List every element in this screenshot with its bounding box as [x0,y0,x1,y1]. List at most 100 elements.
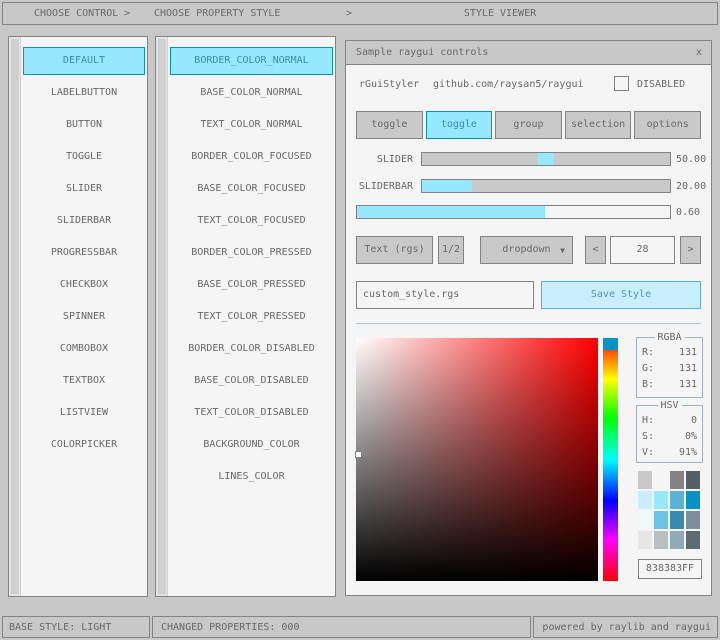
hsv-group-box: HSV H: 0 S: 0% V: 91% [636,405,703,463]
color-swatch[interactable] [654,511,668,529]
control-list-item[interactable]: SLIDERBAR [23,207,145,235]
control-list-item[interactable]: CHECKBOX [23,271,145,299]
toggle-button[interactable]: toggle [426,111,493,139]
text-rgs-button[interactable]: Text (rgs) [356,236,433,264]
breadcrumb-bar: CHOOSE CONTROL > CHOOSE PROPERTY STYLE >… [2,2,718,25]
color-swatch[interactable] [654,471,668,489]
color-panel[interactable] [356,338,598,581]
property-list-item[interactable]: BACKGROUND_COLOR [170,431,333,459]
scrollbar-thumb[interactable] [158,39,166,594]
changed-properties-label: CHANGED PROPERTIES: 000 [161,622,299,633]
property-list-item[interactable]: LINES_COLOR [170,463,333,491]
property-list-item[interactable]: TEXT_COLOR_NORMAL [170,111,333,139]
save-style-button[interactable]: Save Style [541,281,701,309]
control-list-item[interactable]: COMBOBOX [23,335,145,363]
control-list-item[interactable]: LISTVIEW [23,399,145,427]
controls-list-scrollbar[interactable] [9,37,21,596]
control-list-item[interactable]: COLORPICKER [23,431,145,459]
toggle-button[interactable]: options [634,111,701,139]
property-list-item[interactable]: TEXT_COLOR_PRESSED [170,303,333,331]
breadcrumb-choose-property-style: CHOOSE PROPERTY STYLE [154,8,280,19]
color-swatch[interactable] [654,491,668,509]
rgba-group-box: RGBA R: 131 G: 131 B: 131 [636,337,703,398]
color-swatch[interactable] [654,531,668,549]
toggle-button[interactable]: toggle [356,111,423,139]
property-list-item[interactable]: BASE_COLOR_PRESSED [170,271,333,299]
disabled-checkbox[interactable] [614,76,629,91]
property-list-item[interactable]: BASE_COLOR_NORMAL [170,79,333,107]
color-swatch[interactable] [670,471,684,489]
property-list-item[interactable]: BASE_COLOR_FOCUSED [170,175,333,203]
color-swatch[interactable] [638,511,652,529]
progress-bar-value: 0.60 [676,207,700,218]
control-list-item[interactable]: BUTTON [23,111,145,139]
hsv-row: S: 0% [637,431,702,442]
credits-label: powered by raylib and raygui [542,622,711,633]
status-credits: powered by raylib and raygui [533,616,718,638]
property-list-item[interactable]: BORDER_COLOR_NORMAL [170,47,333,75]
property-list-item[interactable]: TEXT_COLOR_DISABLED [170,399,333,427]
color-swatch[interactable] [638,531,652,549]
chevron-down-icon: ▼ [560,238,565,264]
disabled-checkbox-label: DISABLED [637,79,685,90]
hsv-row-label: H: [642,415,654,426]
rgba-group-title: RGBA [654,332,684,343]
dropdown-combobox[interactable]: dropdown ▼ [480,236,573,264]
property-list-item[interactable]: TEXT_COLOR_FOCUSED [170,207,333,235]
slider-handle[interactable] [538,153,554,165]
color-swatch[interactable] [638,491,652,509]
style-filename-input[interactable]: custom_style.rgs [356,281,534,309]
control-list-item[interactable]: SPINNER [23,303,145,331]
toggle-button[interactable]: selection [565,111,632,139]
control-list-item[interactable]: SLIDER [23,175,145,203]
control-list-item[interactable]: PROGRESSBAR [23,239,145,267]
hue-selector[interactable] [603,338,618,350]
control-list-item[interactable]: TEXTBOX [23,367,145,395]
properties-list-scrollbar[interactable] [156,37,168,596]
control-list-item[interactable]: LABELBUTTON [23,79,145,107]
repo-link[interactable]: github.com/raysan5/raygui [433,79,584,90]
sliderbar-value: 20.00 [676,181,706,192]
breadcrumb-choose-control: CHOOSE CONTROL [34,8,118,19]
control-list-item[interactable]: TOGGLE [23,143,145,171]
hsv-group-title: HSV [657,400,681,411]
color-swatch[interactable] [670,531,684,549]
control-list-item[interactable]: DEFAULT [23,47,145,75]
property-list-item[interactable]: BORDER_COLOR_FOCUSED [170,143,333,171]
color-swatch[interactable] [670,491,684,509]
scrollbar-thumb[interactable] [11,39,19,594]
spinner-increase-button[interactable]: > [680,236,701,264]
color-swatch[interactable] [638,471,652,489]
color-panel-cursor[interactable] [355,451,362,458]
spinner-value-box[interactable]: 28 [610,236,675,264]
window-titlebar[interactable]: Sample raygui controls x [346,41,711,65]
color-swatch[interactable] [686,491,700,509]
color-swatch[interactable] [686,471,700,489]
sliderbar[interactable] [421,179,671,193]
hex-color-box[interactable]: 838383FF [638,559,702,579]
rgba-row: G: 131 [637,363,702,374]
toggle-button[interactable]: group [495,111,562,139]
controls-list-panel: DEFAULT LABELBUTTON BUTTON TOGGLE SLIDER… [8,36,148,597]
property-list-item[interactable]: BORDER_COLOR_PRESSED [170,239,333,267]
slider[interactable] [421,152,671,166]
status-base-style: BASE STYLE: LIGHT [2,616,150,638]
color-swatch[interactable] [686,531,700,549]
spinner-decrease-button[interactable]: < [585,236,606,264]
property-list-item[interactable]: BORDER_COLOR_DISABLED [170,335,333,363]
color-swatch[interactable] [686,511,700,529]
close-icon[interactable]: x [696,41,702,64]
window-title: Sample raygui controls [346,47,488,58]
breadcrumb-style-viewer: STYLE VIEWER [350,8,650,19]
half-toggle-button[interactable]: 1/2 [438,236,464,264]
app-name-label: rGuiStyler [359,79,419,90]
property-list-item[interactable]: BASE_COLOR_DISABLED [170,367,333,395]
rgba-row-label: G: [642,363,654,374]
color-swatch[interactable] [670,511,684,529]
rgba-row-label: B: [642,379,654,390]
progress-bar [356,205,671,219]
hsv-row: V: 91% [637,447,702,458]
hue-bar[interactable] [603,338,618,581]
rguistyler-app: CHOOSE CONTROL > CHOOSE PROPERTY STYLE >… [0,0,720,640]
base-style-label: BASE STYLE: LIGHT [9,622,111,633]
